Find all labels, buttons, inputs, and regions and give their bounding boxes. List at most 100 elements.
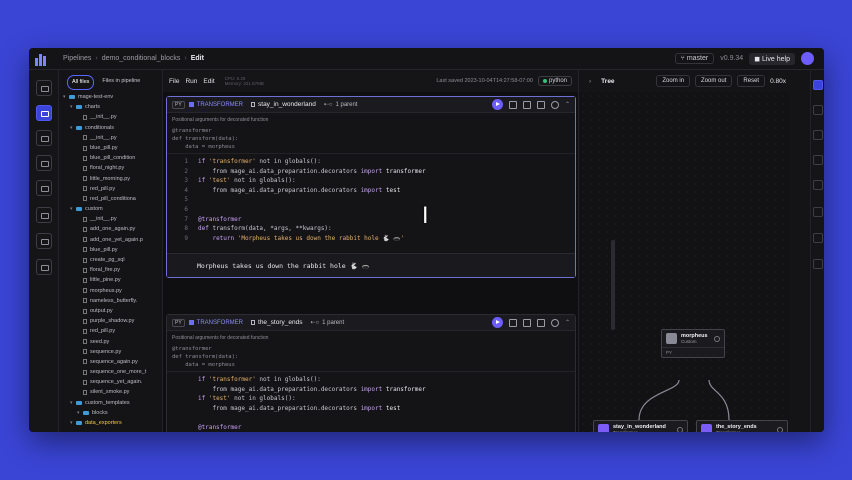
menu-file[interactable]: File: [169, 78, 179, 85]
block-name[interactable]: the_story_ends: [258, 319, 302, 326]
clock-icon[interactable]: [36, 155, 52, 171]
tree-file[interactable]: seed.py: [60, 337, 162, 347]
git-branch[interactable]: ⑂ master: [674, 53, 715, 64]
tree-file[interactable]: create_pg_sql: [60, 255, 162, 265]
code-editor[interactable]: 1 if 'transformer' not in globals(): 2 fro…: [167, 156, 575, 243]
node-the-story-ends[interactable]: the_story_endsTransformer PY: [696, 420, 788, 432]
monitor-icon[interactable]: [36, 233, 52, 249]
avatar[interactable]: [801, 52, 814, 65]
tree-file[interactable]: __init__.py: [60, 133, 162, 143]
tree-file[interactable]: little_pine.py: [60, 275, 162, 285]
tree-file[interactable]: output.py: [60, 306, 162, 316]
edit-icon[interactable]: [508, 100, 517, 109]
tree-file[interactable]: __init__.py: [60, 214, 162, 224]
variables-icon[interactable]: [813, 259, 823, 269]
collapse-chevron-icon[interactable]: ⌃: [565, 101, 570, 108]
file-icon: [83, 227, 87, 233]
dependency-icon[interactable]: [522, 318, 531, 327]
breadcrumb-pipeline[interactable]: demo_conditional_blocks: [102, 55, 181, 62]
tree-file[interactable]: blue_pill.py: [60, 245, 162, 255]
status-circle-icon[interactable]: [550, 100, 559, 109]
code-line: 3 if 'test' not in globals():: [172, 176, 575, 186]
tree-item-label: seed.py: [90, 338, 110, 345]
settings-icon[interactable]: [536, 318, 545, 327]
zoom-in-button[interactable]: Zoom in: [656, 75, 691, 87]
block-name[interactable]: stay_in_wonderland: [258, 101, 316, 108]
menu-edit[interactable]: Edit: [203, 78, 214, 85]
tree-file[interactable]: blue_pill_condition: [60, 153, 162, 163]
code-block[interactable]: PY TRANSFORMER stay_in_wonderland ⇠○ 1 paren…: [166, 96, 576, 279]
dependency-icon[interactable]: [813, 155, 823, 165]
tree-file[interactable]: red_pill_conditiona: [60, 194, 162, 204]
edit-icon[interactable]: [508, 318, 517, 327]
tree-file[interactable]: sequence_one_more_t: [60, 367, 162, 377]
trigger-icon[interactable]: [36, 130, 52, 146]
terminal-icon[interactable]: [813, 233, 823, 243]
status-circle-icon[interactable]: [550, 318, 559, 327]
code-icon[interactable]: [36, 105, 52, 121]
collapse-chevron-icon[interactable]: ›: [589, 78, 591, 85]
code-token: test: [382, 186, 401, 194]
tree-folder[interactable]: ▾ data_exporters: [60, 418, 162, 428]
tree-file[interactable]: sequence_yet_again.: [60, 377, 162, 387]
tree-icon[interactable]: [813, 80, 823, 90]
tree-file[interactable]: morpheus.py: [60, 286, 162, 296]
tree-folder[interactable]: ▾ custom: [60, 204, 162, 214]
runs-icon[interactable]: [36, 180, 52, 196]
tree-file[interactable]: red_pill.py: [60, 184, 162, 194]
tree-file[interactable]: sequence_again.py: [60, 357, 162, 367]
settings-icon[interactable]: [36, 259, 52, 275]
kernel-status[interactable]: python: [537, 76, 572, 86]
run-block-button[interactable]: [491, 99, 503, 110]
parent-count[interactable]: 1 parent: [322, 320, 344, 326]
close-icon[interactable]: [813, 130, 823, 140]
tab-files-in-pipeline[interactable]: Files in pipeline: [98, 75, 144, 90]
tree-folder[interactable]: ▾ mage-test-env: [60, 92, 162, 102]
tab-all-files[interactable]: All files: [67, 75, 95, 90]
reset-zoom-button[interactable]: Reset: [737, 75, 766, 87]
dependency-icon[interactable]: [522, 100, 531, 109]
tree-file[interactable]: red_pill.py: [60, 326, 162, 336]
tree-file[interactable]: floral_fire.py: [60, 265, 162, 275]
collapse-chevron-icon[interactable]: ⌃: [565, 319, 570, 326]
tree-file[interactable]: floral_night.py: [60, 163, 162, 173]
zoom-out-button[interactable]: Zoom out: [695, 75, 733, 87]
run-block-button[interactable]: [491, 317, 503, 328]
list-icon[interactable]: [36, 80, 52, 96]
code-token: import: [360, 404, 383, 412]
tree-file[interactable]: add_one_yet_again.p: [60, 235, 162, 245]
file-icon[interactable]: [813, 105, 823, 115]
node-stay-in-wonderland[interactable]: stay_in_wonderlandTransformer PY: [593, 420, 688, 432]
tree-file[interactable]: blue_pill.py: [60, 143, 162, 153]
tree-file[interactable]: __init__.py: [60, 112, 162, 122]
code-line: 5: [172, 195, 575, 205]
breadcrumb-pipelines[interactable]: Pipelines: [63, 55, 91, 62]
tree-file[interactable]: nameless_butterfly.: [60, 296, 162, 306]
tree-file[interactable]: add_one_again.py: [60, 224, 162, 234]
tree-file[interactable]: sequence.py: [60, 347, 162, 357]
tree-file[interactable]: purple_shadow.py: [60, 316, 162, 326]
tree-scrollbar[interactable]: [611, 240, 615, 330]
node-morpheus[interactable]: morpheus Custom PY: [661, 329, 725, 358]
tree-folder[interactable]: ▾ custom_templates: [60, 398, 162, 408]
settings-icon[interactable]: [536, 100, 545, 109]
block-comment: Positional arguments for decorated funct…: [172, 117, 269, 123]
code-line: if 'transformer' not in globals():: [172, 375, 575, 385]
mage-logo-icon[interactable]: [35, 52, 53, 66]
parent-count[interactable]: 1 parent: [336, 102, 358, 108]
code-token: 'Morpheus takes us down the rabbit hole …: [237, 234, 405, 242]
chart-icon[interactable]: [813, 180, 823, 190]
live-help-button[interactable]: ◼ Live help: [749, 52, 795, 65]
code-editor[interactable]: if 'transformer' not in globals(): from …: [167, 374, 575, 432]
terminal-icon[interactable]: [36, 207, 52, 223]
code-block[interactable]: PY TRANSFORMER the_story_ends ⇠○ 1 parent ⌃ Po…: [166, 314, 576, 432]
tree-folder[interactable]: ▾ blocks: [60, 408, 162, 418]
tree-item-label: sequence_again.py: [90, 358, 138, 365]
file-icon: [83, 247, 87, 253]
tree-folder[interactable]: ▾ conditionals: [60, 123, 162, 133]
menu-run[interactable]: Run: [185, 78, 197, 85]
gear-icon[interactable]: [813, 207, 823, 217]
tree-file[interactable]: little_morning.py: [60, 174, 162, 184]
tree-folder[interactable]: ▾ charts: [60, 102, 162, 112]
tree-file[interactable]: silent_smoke.py: [60, 387, 162, 397]
